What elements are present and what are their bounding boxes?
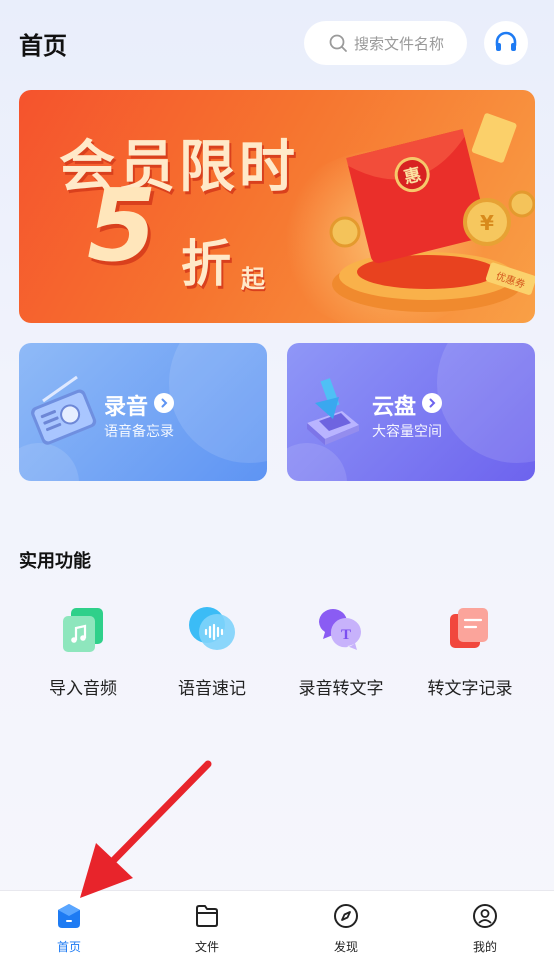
tab-me[interactable]: 我的	[416, 891, 554, 961]
red-envelope-illustration: 惠 ¥ 优惠券	[329, 113, 535, 312]
tab-discover[interactable]: 发现	[277, 891, 415, 961]
banner-discount-unit: 折	[181, 235, 231, 293]
headset-icon	[495, 31, 517, 51]
cloud-drive-card-title: 云盘	[372, 395, 417, 420]
page-title: 首页	[19, 32, 67, 60]
tab-home-label: 首页	[56, 940, 81, 954]
search-input[interactable]: 搜索文件名称	[304, 21, 467, 65]
svg-text:¥: ¥	[480, 211, 494, 235]
card-decor-bubble	[287, 443, 347, 481]
chevron-right-icon	[422, 393, 442, 413]
tools-section-title: 实用功能	[19, 551, 91, 572]
audio-to-text-tool[interactable]: T 录音转文字	[281, 600, 401, 699]
radio-recorder-icon	[31, 375, 97, 445]
voice-notes-tool[interactable]: 语音速记	[152, 600, 272, 699]
recording-card[interactable]: 录音 语音备忘录	[19, 343, 267, 481]
cloud-drive-card-subtitle: 大容量空间	[372, 424, 442, 440]
search-placeholder: 搜索文件名称	[354, 34, 445, 53]
tab-home[interactable]: 首页	[0, 891, 138, 961]
bottom-tab-bar: 首页 文件 发现 我的	[0, 890, 554, 961]
transcript-records-tool[interactable]: 转文字记录	[410, 600, 530, 699]
tab-discover-label: 发现	[333, 940, 358, 954]
recording-card-title: 录音	[104, 395, 149, 420]
recording-card-subtitle: 语音备忘录	[104, 424, 174, 440]
tab-files-label: 文件	[194, 940, 219, 954]
membership-promo-banner[interactable]: 会员限时 5 折 起 惠 ¥ 优惠券	[19, 90, 535, 323]
customer-service-button[interactable]	[484, 21, 528, 65]
banner-discount-number: 5	[87, 167, 157, 284]
home-icon	[58, 904, 80, 928]
header: 首页 搜索文件名称	[0, 0, 554, 88]
transcript-records-label: 转文字记录	[427, 679, 513, 699]
music-file-icon	[53, 600, 113, 660]
folder-icon	[196, 905, 218, 927]
tab-me-label: 我的	[472, 940, 497, 954]
waveform-icon	[182, 600, 242, 660]
card-decor-bubble	[169, 343, 267, 463]
voice-notes-label: 语音速记	[178, 679, 246, 699]
card-decor-bubble	[437, 343, 535, 463]
chevron-right-icon	[154, 393, 174, 413]
cloud-drive-card[interactable]: 云盘 大容量空间	[287, 343, 535, 481]
import-audio-tool[interactable]: 导入音频	[23, 600, 143, 699]
import-audio-label: 导入音频	[49, 679, 117, 699]
banner-discount-suffix: 起	[241, 265, 265, 293]
compass-icon	[334, 904, 358, 928]
tab-files[interactable]: 文件	[138, 891, 276, 961]
cloud-download-icon	[307, 378, 359, 445]
chat-text-icon: T	[311, 600, 371, 660]
card-decor-bubble	[19, 443, 79, 481]
search-icon	[329, 34, 347, 52]
svg-text:T: T	[341, 627, 351, 643]
user-icon	[473, 904, 497, 928]
audio-to-text-label: 录音转文字	[298, 679, 384, 699]
document-list-icon	[440, 600, 500, 660]
